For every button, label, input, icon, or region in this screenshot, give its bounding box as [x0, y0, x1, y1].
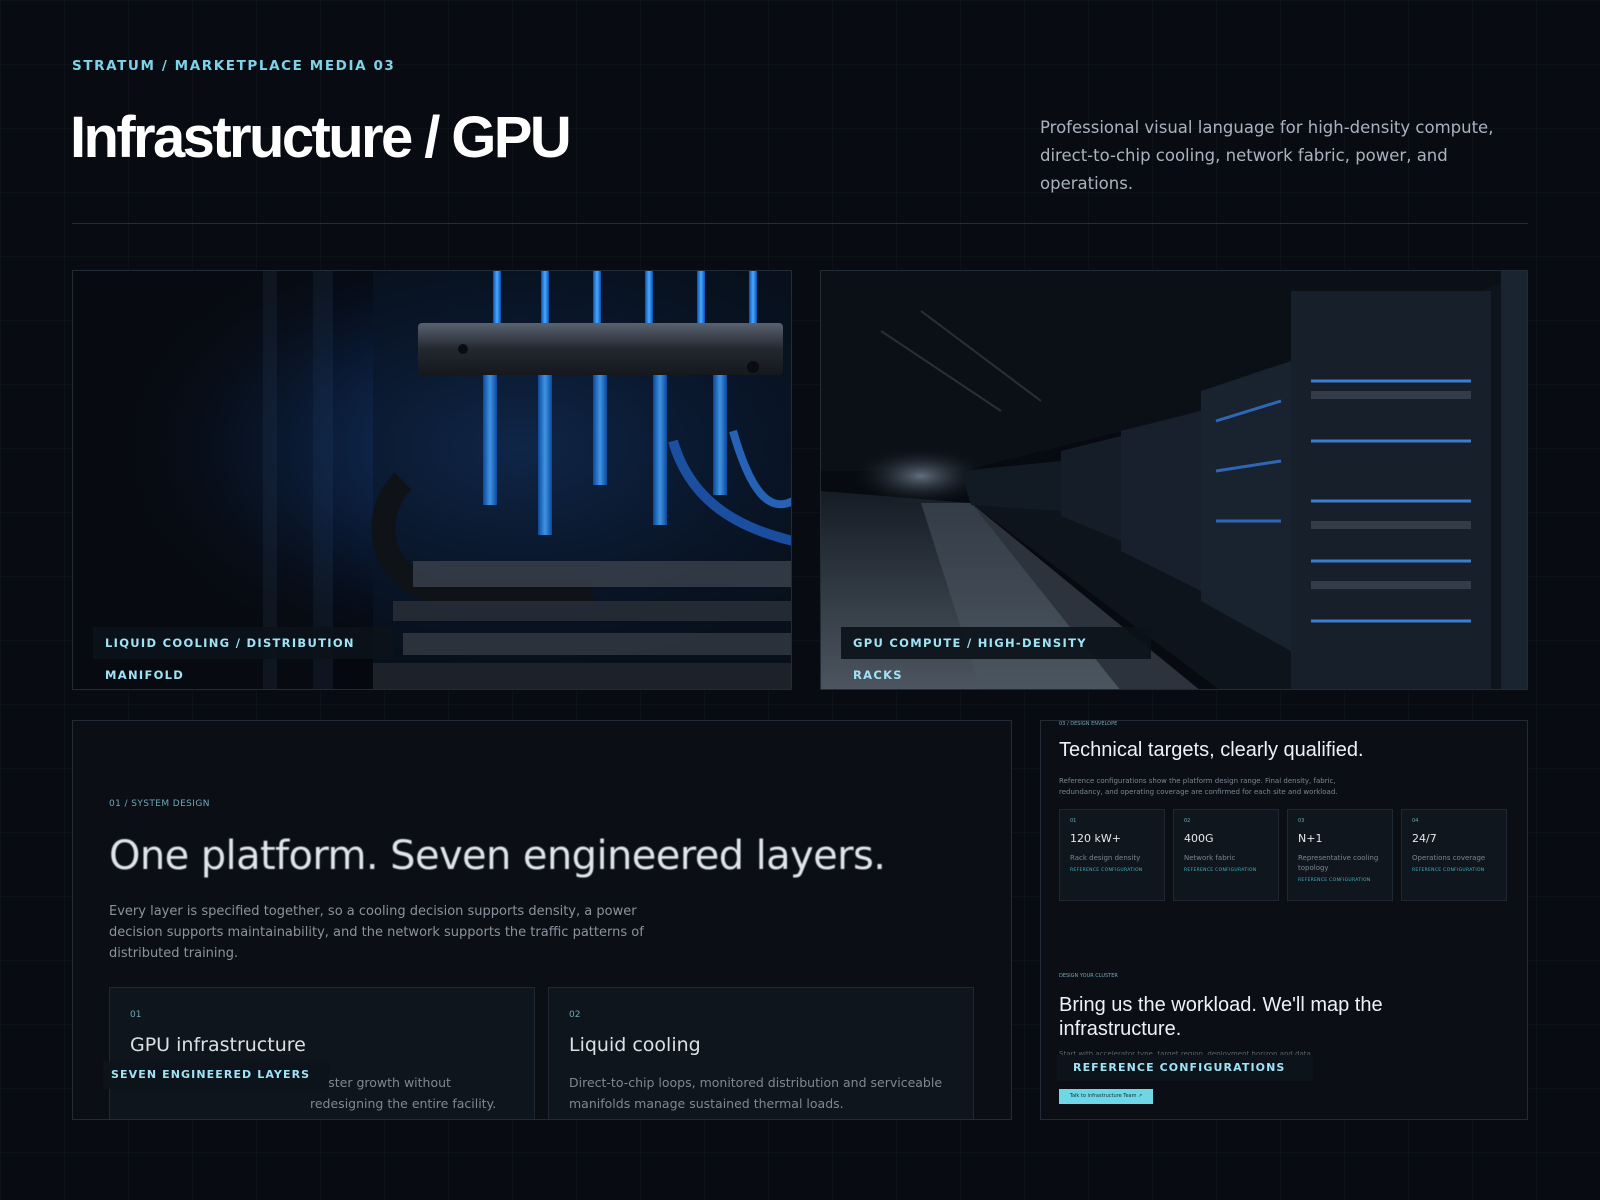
- technical-eyebrow: 03 / DESIGN ENVELOPE: [1059, 721, 1118, 727]
- layer-card-number: 02: [569, 1010, 581, 1020]
- liquid-cooling-caption: LIQUID COOLING / DISTRIBUTION MANIFOLD: [93, 627, 393, 682]
- stat-number: 01: [1070, 818, 1077, 824]
- talk-to-team-button[interactable]: Talk to infrastructure Team ↗: [1059, 1089, 1153, 1104]
- cta-title: Bring us the workload. We'll map the inf…: [1059, 994, 1383, 1040]
- stat-label: Representative cooling topology: [1298, 854, 1379, 872]
- stat-label: Operations coverage: [1412, 854, 1486, 862]
- layer-card-gpu-infrastructure[interactable]: 01 GPU infrastructure cluster growth wit…: [109, 987, 535, 1119]
- system-design-title: One platform. Seven engineered layers.: [109, 833, 886, 879]
- reference-configurations-tag: REFERENCE CONFIGURATIONS: [1057, 1055, 1313, 1081]
- page-title: Infrastructure / GPU: [70, 105, 572, 170]
- stat-reference: REFERENCE CONFIGURATION: [1298, 878, 1371, 883]
- system-design-tag: SEVEN ENGINEERED LAYERS: [103, 1061, 329, 1089]
- gpu-racks-caption: GPU COMPUTE / HIGH-DENSITY RACKS: [841, 627, 1151, 682]
- system-design-card: 01 / SYSTEM DESIGN One platform. Seven e…: [72, 720, 1012, 1120]
- technical-title: Technical targets, clearly qualified.: [1059, 739, 1364, 761]
- stat-value: N+1: [1298, 832, 1323, 845]
- gpu-racks-media[interactable]: GPU COMPUTE / HIGH-DENSITY RACKS: [820, 270, 1528, 690]
- stat-value: 400G: [1184, 832, 1214, 845]
- stat-number: 02: [1184, 818, 1191, 824]
- stat-card-network: 02 400G Network fabric REFERENCE CONFIGU…: [1173, 809, 1279, 901]
- layer-card-description: Direct-to-chip loops, monitored distribu…: [569, 1075, 943, 1111]
- stat-card-operations: 04 24/7 Operations coverage REFERENCE CO…: [1401, 809, 1507, 901]
- system-design-description: Every layer is specified together, so a …: [109, 904, 644, 961]
- stat-number: 03: [1298, 818, 1305, 824]
- technical-targets-card: 03 / DESIGN ENVELOPE Technical targets, …: [1040, 720, 1528, 1120]
- page-eyebrow: STRATUM / MARKETPLACE MEDIA 03: [72, 58, 396, 74]
- stat-reference: REFERENCE CONFIGURATION: [1184, 868, 1257, 873]
- stat-card-density: 01 120 kW+ Rack design density REFERENCE…: [1059, 809, 1165, 901]
- header-divider: [72, 223, 1528, 224]
- stat-card-cooling: 03 N+1 Representative cooling topology R…: [1287, 809, 1393, 901]
- stat-value: 24/7: [1412, 832, 1437, 845]
- stat-label: Network fabric: [1184, 854, 1236, 862]
- layer-card-title: GPU infrastructure: [130, 1034, 306, 1056]
- system-design-eyebrow: 01 / SYSTEM DESIGN: [109, 799, 210, 809]
- stat-value: 120 kW+: [1070, 832, 1121, 845]
- stat-number: 04: [1412, 818, 1419, 824]
- layer-card-title: Liquid cooling: [569, 1034, 701, 1056]
- stat-label: Rack design density: [1070, 854, 1141, 862]
- page-intro: Professional visual language for high-de…: [1040, 118, 1494, 193]
- cta-eyebrow: DESIGN YOUR CLUSTER: [1059, 973, 1118, 979]
- layer-card-number: 01: [130, 1010, 142, 1020]
- stat-reference: REFERENCE CONFIGURATION: [1412, 868, 1485, 873]
- stat-reference: REFERENCE CONFIGURATION: [1070, 868, 1143, 873]
- layer-card-liquid-cooling[interactable]: 02 Liquid cooling Direct-to-chip loops, …: [548, 987, 974, 1119]
- liquid-cooling-media[interactable]: LIQUID COOLING / DISTRIBUTION MANIFOLD: [72, 270, 792, 690]
- technical-description: Reference configurations show the platfo…: [1059, 777, 1338, 796]
